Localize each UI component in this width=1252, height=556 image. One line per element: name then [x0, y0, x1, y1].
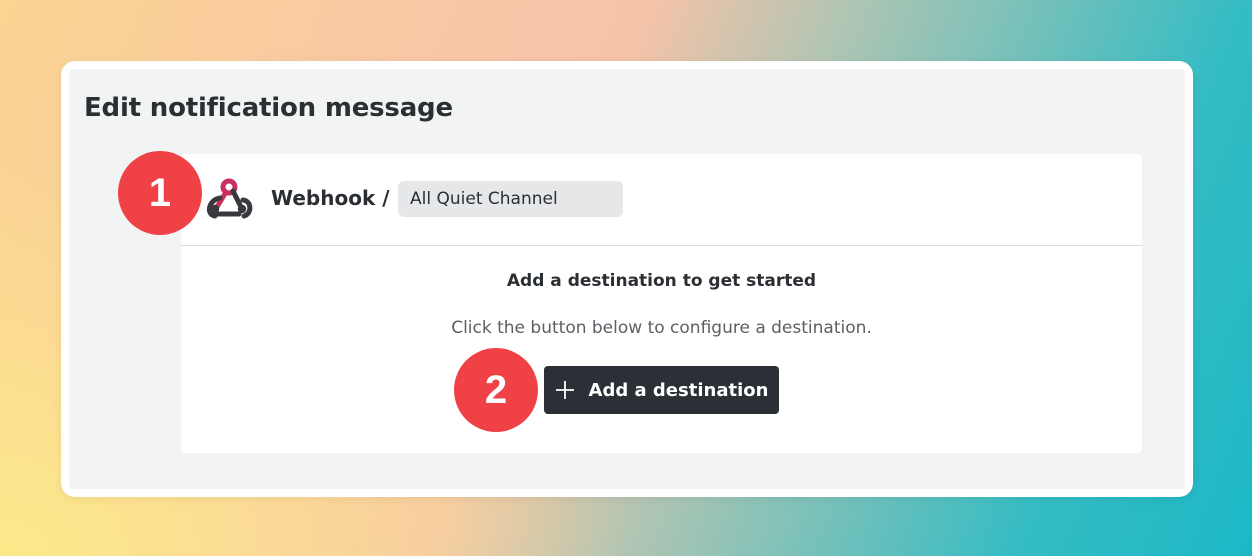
- page-title: Edit notification message: [84, 93, 453, 123]
- callout-badge-2: 2: [454, 348, 538, 432]
- destination-name-field[interactable]: All Quiet Channel: [398, 181, 623, 217]
- empty-state-title: Add a destination to get started: [506, 271, 817, 291]
- webhook-icon: [206, 178, 253, 219]
- plus-icon: [555, 381, 574, 399]
- card-divider: [181, 245, 1142, 246]
- destination-type-label: Webhook /: [271, 186, 390, 210]
- empty-state-description: Click the button below to configure a de…: [451, 318, 872, 338]
- add-destination-label: Add a destination: [588, 379, 769, 401]
- add-destination-button[interactable]: Add a destination: [544, 366, 779, 414]
- callout-badge-1: 1: [118, 151, 202, 235]
